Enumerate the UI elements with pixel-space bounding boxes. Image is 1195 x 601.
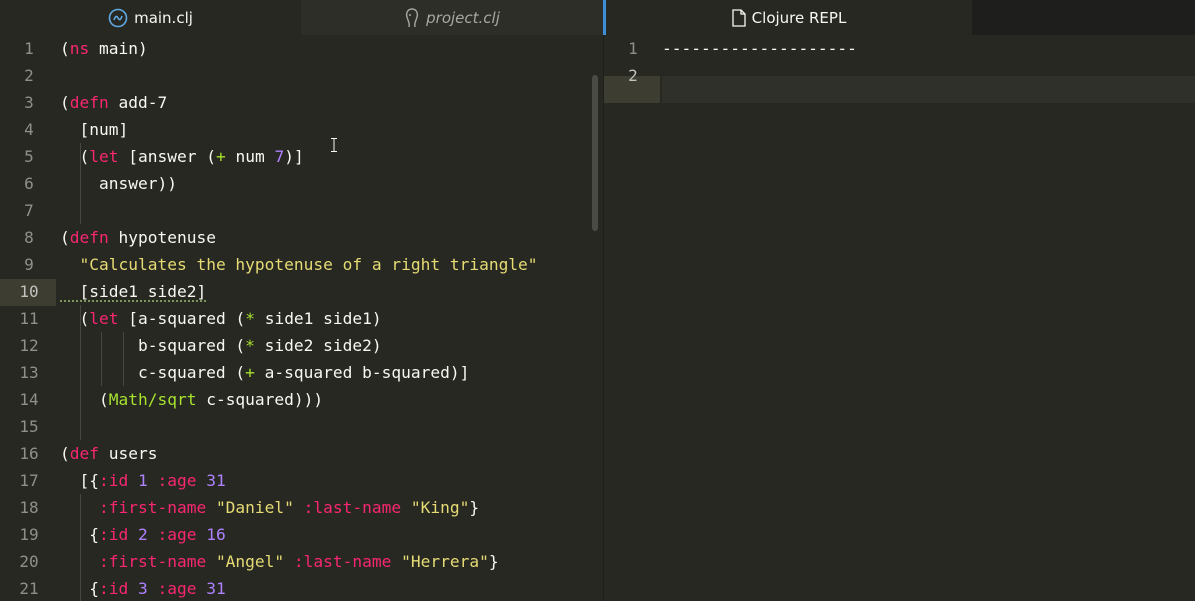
line-number: 14 [19,390,39,409]
editor-main-clj[interactable]: 1 2 3 4 5 6 7 8 9 10 11 12 13 14 15 16 1… [0,35,603,601]
line-number: 16 [19,444,39,463]
line-number: 13 [19,363,39,382]
line-number: 8 [24,228,34,247]
code-line-current: [side1 side2] [60,282,207,301]
line-number: 6 [24,174,34,193]
code-line: b-squared (* side2 side2) [60,336,382,355]
line-number: 15 [19,417,39,436]
code-line: (defn add-7 [60,93,168,112]
current-line-text-highlight [662,76,1195,103]
tab-main-clj[interactable]: main.clj [0,0,301,35]
tab-clojure-repl[interactable]: Clojure REPL [606,0,972,35]
text-cursor-icon [331,137,337,152]
repl-pane[interactable]: 1 2 -------------------- [603,35,1195,601]
line-number: 2 [24,66,34,85]
line-number: 17 [19,471,39,490]
code-line: :first-name "Daniel" :last-name "King"} [98,498,480,517]
code-line: (let [a-squared (* side1 side1) [60,309,382,328]
clojure-icon [108,8,128,28]
line-number: 3 [24,93,34,112]
tab-project-clj[interactable]: project.clj [301,0,603,35]
code-line: {:id 3 :age 31 [60,579,226,598]
line-number: 9 [24,255,34,274]
code-line: [num] [60,120,129,139]
code-line: answer)) [60,174,177,193]
line-number: 21 [19,579,39,598]
line-number: 5 [24,147,34,166]
line-number-current: 10 [19,282,39,301]
line-number: 1 [628,39,638,58]
vertical-scrollbar[interactable] [592,75,598,231]
code-line: [{:id 1 :age 31 [60,471,226,490]
code-line: (defn hypotenuse [60,228,216,247]
line-number: 11 [19,309,39,328]
line-number-current: 2 [628,66,638,85]
code-line: c-squared (+ a-squared b-squared)] [60,363,470,382]
tab-label: Clojure REPL [751,8,847,27]
leiningen-icon [404,7,420,28]
code-line: {:id 2 :age 16 [60,525,226,544]
tab-label: main.clj [134,8,193,27]
code-line: (Math/sqrt c-squared))) [60,390,324,409]
tab-label: project.clj [426,8,500,27]
line-number: 18 [19,498,39,517]
line-number: 7 [24,201,34,220]
code-line: (ns main) [60,39,148,58]
code-line: (let [answer (+ num 7)] [60,147,304,166]
repl-output-line: -------------------- [662,39,857,58]
line-number: 4 [24,120,34,139]
code-line: :first-name "Angel" :last-name "Herrera"… [98,552,499,571]
code-line: "Calculates the hypotenuse of a right tr… [79,255,538,274]
line-number: 19 [19,525,39,544]
tab-bar: main.clj project.clj Clojure REPL [0,0,1195,35]
line-number: 1 [24,39,34,58]
line-number: 20 [19,552,39,571]
file-icon [732,8,746,27]
code-line: (def users [60,444,158,463]
line-number: 12 [19,336,39,355]
